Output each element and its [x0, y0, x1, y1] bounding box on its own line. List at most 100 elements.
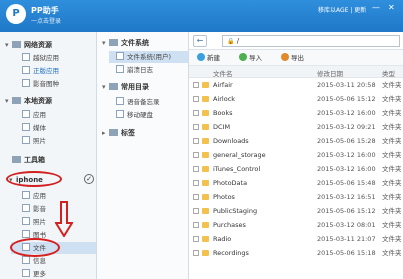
export-button[interactable]: 导出	[281, 53, 304, 63]
row-checkbox[interactable]	[193, 82, 199, 88]
table-row[interactable]: DCIM 2015-03-12 09:21 文件夹	[189, 121, 403, 133]
tree-item-mobile-drive[interactable]: 移动硬盘	[116, 109, 190, 121]
table-row[interactable]: Photos 2015-03-12 16:51 文件夹	[189, 191, 403, 203]
folder-icon	[202, 194, 209, 200]
section-local-resources[interactable]: ▾ 本地资源	[5, 96, 52, 106]
sidebar-item-local-media[interactable]: 媒体	[22, 122, 96, 134]
user-menu[interactable]: 移库以AGE | 更新	[318, 5, 366, 14]
row-checkbox[interactable]	[193, 180, 199, 186]
row-checkbox[interactable]	[193, 124, 199, 130]
row-checkbox[interactable]	[193, 110, 199, 116]
table-header: 文件名 修改日期 类型	[189, 66, 403, 78]
lock-icon: 🔒	[227, 38, 235, 45]
file-browser: ← 🔒 / 新建 导入 导出 文件名 修改日期 类型 Airfair 2015-0…	[189, 32, 403, 279]
table-row[interactable]: Downloads 2015-05-06 15:28 文件夹	[189, 135, 403, 147]
sidebar-item-jailbreak-apps[interactable]: 越狱应用	[22, 52, 96, 64]
file-type: 文件夹	[382, 95, 402, 103]
row-checkbox[interactable]	[193, 138, 199, 144]
column-date[interactable]: 修改日期	[317, 68, 343, 78]
back-button[interactable]: ←	[193, 35, 207, 47]
column-name[interactable]: 文件名	[213, 68, 233, 78]
file-type: 文件夹	[382, 137, 402, 145]
device-connected-icon: ✓	[84, 174, 94, 184]
close-button[interactable]: ✕	[388, 3, 395, 12]
file-type: 文件夹	[382, 221, 402, 229]
tree-group-filesystem[interactable]: ▾ 文件系统	[102, 38, 149, 48]
section-toolbox[interactable]: 工具箱	[5, 155, 45, 165]
address-bar: ← 🔒 /	[189, 32, 403, 50]
sidebar-item-local-photos[interactable]: 照片	[22, 135, 96, 147]
row-checkbox[interactable]	[193, 96, 199, 102]
tree-item-crash-logs[interactable]: 崩溃日志	[116, 64, 190, 76]
table-row[interactable]: PublicStaging 2015-05-06 15:12 文件夹	[189, 205, 403, 217]
path-text: /	[236, 37, 240, 45]
table-row[interactable]: Purchases 2015-03-12 08:01 文件夹	[189, 219, 403, 231]
chevron-right-icon: ▸	[102, 129, 106, 137]
row-checkbox[interactable]	[193, 152, 199, 158]
column-type[interactable]: 类型	[382, 68, 395, 78]
app-icon	[22, 191, 30, 199]
modified-date: 2015-05-06 15:12	[317, 207, 376, 215]
monitor-icon	[12, 97, 21, 104]
table-row[interactable]: Books 2015-03-12 16:00 文件夹	[189, 107, 403, 119]
modified-date: 2015-03-12 08:01	[317, 221, 376, 229]
modified-date: 2015-03-11 21:07	[317, 235, 376, 243]
file-name: Purchases	[213, 221, 246, 229]
file-type: 文件夹	[382, 81, 402, 89]
title-bar: P PP助手 一点击登录 移库以AGE | 更新 — ✕	[0, 0, 403, 32]
table-row[interactable]: Radio 2015-03-11 21:07 文件夹	[189, 233, 403, 245]
sidebar-item-media-seeds[interactable]: 影音图种	[22, 78, 96, 90]
minimize-button[interactable]: —	[372, 3, 380, 12]
tree-group-tags[interactable]: ▸ 标签	[102, 128, 135, 138]
row-checkbox[interactable]	[193, 166, 199, 172]
login-link[interactable]: 一点击登录	[31, 16, 61, 25]
book-icon	[22, 230, 30, 238]
row-checkbox[interactable]	[193, 222, 199, 228]
sidebar-item-local-apps[interactable]: 应用	[22, 109, 96, 121]
chevron-down-icon: ▾	[102, 39, 106, 47]
section-network-resources[interactable]: ▾ 网络资源	[5, 40, 52, 50]
table-row[interactable]: Recordings 2015-05-06 15:18 文件夹	[189, 247, 403, 259]
log-icon	[116, 65, 124, 73]
files-highlight-circle	[10, 238, 60, 257]
toolbox-icon	[12, 156, 21, 163]
modified-date: 2015-03-12 16:00	[317, 109, 376, 117]
table-row[interactable]: general_storage 2015-03-12 16:00 文件夹	[189, 149, 403, 161]
import-button[interactable]: 导入	[239, 53, 262, 63]
tree-group-common-dirs[interactable]: ▾ 常用目录	[102, 82, 149, 92]
row-checkbox[interactable]	[193, 208, 199, 214]
modified-date: 2015-05-06 15:48	[317, 179, 376, 187]
row-checkbox[interactable]	[193, 194, 199, 200]
plus-icon	[197, 53, 205, 61]
modified-date: 2015-03-12 16:00	[317, 165, 376, 173]
media-icon	[22, 123, 30, 131]
chevron-down-icon: ▾	[102, 83, 106, 91]
filesystem-icon	[109, 39, 118, 46]
path-input[interactable]: 🔒 /	[222, 35, 400, 47]
tree-item-voice-memos[interactable]: 语音备忘录	[116, 96, 190, 108]
table-row[interactable]: Airfair 2015-03-11 20:58 文件夹	[189, 79, 403, 91]
app-title: PP助手	[31, 6, 59, 15]
file-name: Airlock	[213, 95, 236, 103]
modified-date: 2015-05-06 15:18	[317, 249, 376, 257]
row-checkbox[interactable]	[193, 236, 199, 242]
table-row[interactable]: Airlock 2015-05-06 15:12 文件夹	[189, 93, 403, 105]
sidebar-item-official-apps[interactable]: 正版应用	[22, 65, 96, 77]
table-row[interactable]: iTunes_Control 2015-03-12 16:00 文件夹	[189, 163, 403, 175]
new-folder-button[interactable]: 新建	[197, 53, 220, 63]
file-type: 文件夹	[382, 249, 402, 257]
import-icon	[239, 53, 247, 61]
folder-icon	[202, 96, 209, 102]
row-checkbox[interactable]	[193, 250, 199, 256]
file-type: 文件夹	[382, 207, 402, 215]
export-icon	[281, 53, 289, 61]
tree-item-user-filesystem[interactable]: 文件系统(用户)	[109, 51, 188, 63]
file-type: 文件夹	[382, 235, 402, 243]
sidebar-item-device-more[interactable]: 更多	[22, 268, 96, 279]
file-name: Downloads	[213, 137, 249, 145]
file-type: 文件夹	[382, 109, 402, 117]
file-type: 文件夹	[382, 151, 402, 159]
chevron-down-icon: ▾	[5, 41, 9, 49]
photo-icon	[22, 136, 30, 144]
table-row[interactable]: PhotoData 2015-05-06 15:48 文件夹	[189, 177, 403, 189]
